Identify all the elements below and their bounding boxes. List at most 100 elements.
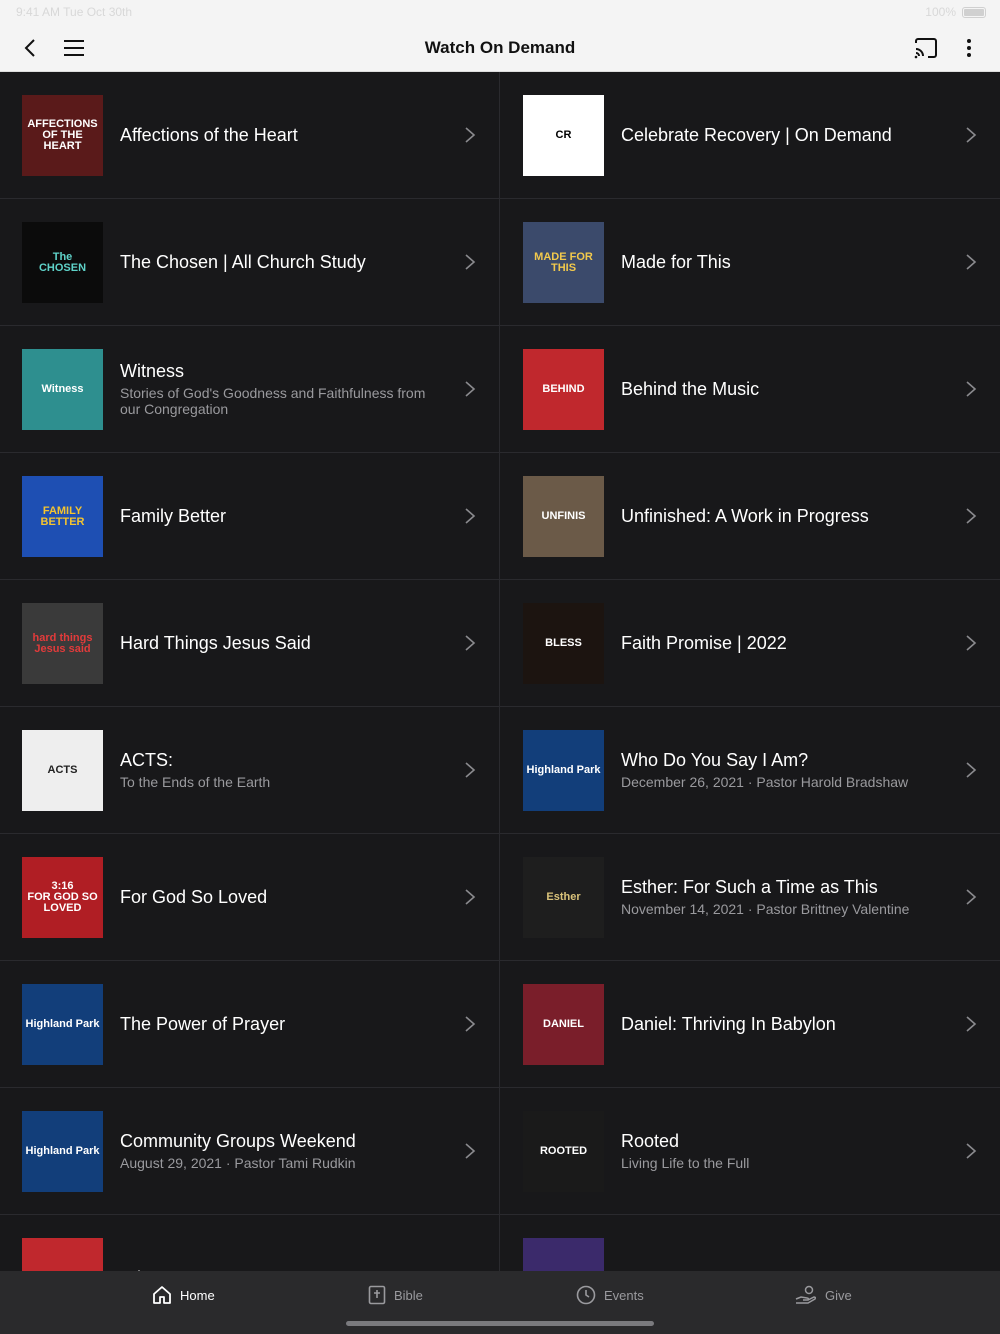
series-thumbnail: FAMILY BETTER [22,476,103,557]
series-title: Witness [120,361,185,381]
series-item[interactable]: BEHIND Behind the Music [500,326,1000,452]
series-text: Community Groups Weekend August 29, 2021 … [120,1088,439,1214]
series-thumbnail: Esther [523,857,604,938]
tab-bible[interactable]: Bible [368,1285,423,1305]
series-text: Behind the Music [621,326,940,452]
chevron-right-icon [966,635,977,651]
series-thumbnail: ACTS [22,730,103,811]
series-thumbnail: Witness [22,1238,103,1271]
series-text: For God So Loved [120,834,439,960]
series-thumbnail: hard things Jesus said [22,603,103,684]
home-indicator [346,1321,654,1326]
series-title: Family Better [120,505,227,526]
series-text: Hard Things Jesus Said [120,580,439,706]
series-item[interactable]: CR Celebrate Recovery | On Demand [500,72,1000,198]
series-text: Made for This [621,199,940,325]
series-title: For God So Loved [120,886,268,907]
series-thumbnail: Highland Park [22,1111,103,1192]
series-text: Celebrate Recovery | On Demand [621,72,940,198]
status-time: 9:41 AM Tue Oct 30th [16,5,133,19]
series-item[interactable]: 3:16 FOR GOD SO LOVED For God So Loved [0,834,500,960]
series-item[interactable]: FAMILY BETTER Family Better [0,453,500,579]
series-subtitle: December 26, 2021 · Pastor Harold Bradsh… [621,774,909,790]
grid-row: ACTS ACTS: To the Ends of the Earth Highlan… [0,707,1000,834]
series-item[interactable]: Esther Esther: For Such a Time as This Nov… [500,834,1000,960]
series-thumbnail: ROOTED [523,1111,604,1192]
status-battery-percent: 100% [925,5,956,19]
series-item[interactable]: Highland Park Who Do You Say I Am? Decembe… [500,707,1000,833]
tab-give-label: Give [825,1287,852,1303]
series-text: The Chosen | All Church Study [120,199,439,325]
series-thumbnail: Highland Park [523,730,604,811]
chevron-right-icon [465,127,476,143]
tab-home[interactable]: Home [152,1285,215,1305]
series-title: The Power of Prayer [120,1013,286,1034]
series-title: ACTS: [120,750,174,770]
on-demand-grid: AFFECTIONS OF THE HEART Affections of the… [0,72,1000,1271]
tab-give[interactable]: Give [795,1285,852,1305]
tab-events[interactable]: Events [576,1285,644,1305]
tab-events-label: Events [604,1287,644,1303]
series-text: Witness [120,1215,439,1272]
series-title: Made for This [621,251,731,272]
series-thumbnail: Witness [22,349,103,430]
more-options-button[interactable] [955,34,983,62]
series-title: Rooted [621,1131,680,1151]
top-nav-bar: Watch On Demand [0,24,1000,72]
series-title: Community Groups Weekend [120,1131,356,1151]
chevron-right-icon [966,381,977,397]
series-text: Rooted Living Life to the Full [621,1088,940,1214]
home-icon [153,1286,171,1304]
series-subtitle: Stories of God's Goodness and Faithfulne… [120,385,426,417]
series-item[interactable]: Witness Witness [0,1215,500,1271]
chevron-right-icon [966,762,977,778]
series-item[interactable]: ACTS ACTS: To the Ends of the Earth [0,707,500,833]
series-title: Who Do You Say I Am? [621,750,809,770]
series-thumbnail: BLESS [523,603,604,684]
series-title: Behind the Music [621,378,760,399]
chevron-right-icon [966,1143,977,1159]
series-item[interactable]: Highland Park The Power of Prayer [0,961,500,1087]
clock-icon [576,1285,596,1305]
series-text [621,1215,940,1271]
series-item[interactable]: The CHOSEN The Chosen | All Church Study [0,199,500,325]
series-item[interactable] [500,1215,1000,1271]
series-title: Faith Promise | 2022 [621,632,787,653]
grid-row: hard things Jesus said Hard Things Jesus … [0,580,1000,707]
series-text: Unfinished: A Work in Progress [621,453,940,579]
series-thumbnail: CR [523,95,604,176]
series-thumbnail: Highland Park [22,984,103,1065]
battery-icon [962,7,986,18]
series-text: Faith Promise | 2022 [621,580,940,706]
chevron-right-icon [465,508,476,524]
series-subtitle: Living Life to the Full [621,1155,750,1171]
series-item[interactable]: UNFINIS Unfinished: A Work in Progress [500,453,1000,579]
series-thumbnail [523,1238,604,1271]
series-thumbnail: The CHOSEN [22,222,103,303]
grid-row: Witness Witness [0,1215,1000,1271]
series-item[interactable]: BLESS Faith Promise | 2022 [500,580,1000,706]
cast-button[interactable] [912,34,940,62]
series-item[interactable]: ROOTED Rooted Living Life to the Full [500,1088,1000,1214]
series-text: Witness Stories of God's Goodness and Fai… [120,326,439,452]
series-item[interactable]: hard things Jesus said Hard Things Jesus … [0,580,500,706]
chevron-right-icon [966,1016,977,1032]
chevron-right-icon [465,889,476,905]
tab-home-label: Home [180,1287,215,1303]
series-item[interactable]: MADE FOR THIS Made for This [500,199,1000,325]
series-item[interactable]: AFFECTIONS OF THE HEART Affections of the… [0,72,500,198]
chevron-right-icon [966,508,977,524]
give-icon [795,1285,817,1304]
series-thumbnail: 3:16 FOR GOD SO LOVED [22,857,103,938]
grid-row: The CHOSEN The Chosen | All Church Study M… [0,199,1000,326]
series-item[interactable]: Witness Witness Stories of God's Goodness … [0,326,500,452]
series-thumbnail: BEHIND [523,349,604,430]
series-text: ACTS: To the Ends of the Earth [120,707,439,833]
series-text: Who Do You Say I Am? December 26, 2021 · … [621,707,940,833]
series-item[interactable]: DANIEL Daniel: Thriving In Babylon [500,961,1000,1087]
series-title: Daniel: Thriving In Babylon [621,1013,836,1034]
series-thumbnail: AFFECTIONS OF THE HEART [22,95,103,176]
grid-row: Highland Park Community Groups Weekend Aug… [0,1088,1000,1215]
series-item[interactable]: Highland Park Community Groups Weekend Aug… [0,1088,500,1214]
chevron-right-icon [465,254,476,270]
